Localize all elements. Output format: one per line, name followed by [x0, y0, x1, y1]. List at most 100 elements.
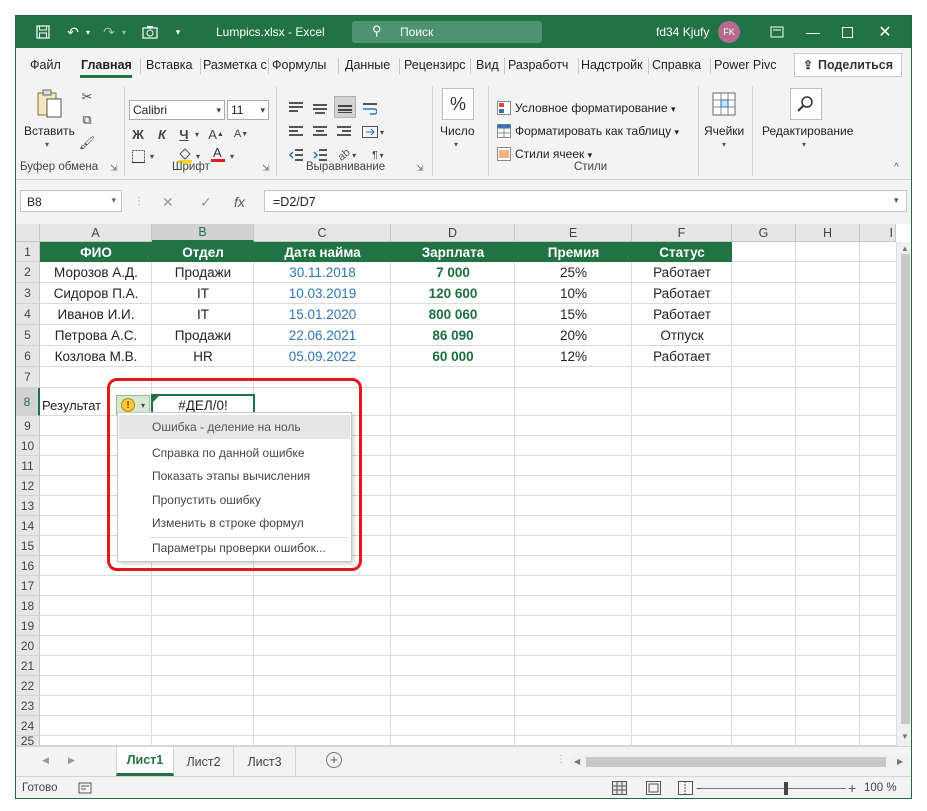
- row-header[interactable]: 9: [16, 416, 40, 436]
- font-shrink-icon[interactable]: A ▼: [231, 125, 251, 143]
- column-header-c[interactable]: C: [254, 224, 391, 242]
- row-header[interactable]: 2: [16, 262, 40, 283]
- indent-decrease-icon[interactable]: [286, 146, 306, 164]
- cells-dropdown-icon[interactable]: ▾: [722, 140, 726, 149]
- table-cell-salary[interactable]: 120 600: [391, 283, 515, 304]
- table-cell-status[interactable]: Работает: [632, 262, 732, 283]
- collapse-ribbon-icon[interactable]: ^: [894, 162, 899, 173]
- table-header-salary[interactable]: Зарплата: [391, 242, 515, 262]
- sheet-tab-2[interactable]: Лист2: [174, 747, 234, 776]
- sheet-tab-3[interactable]: Лист3: [234, 747, 296, 776]
- table-cell-salary[interactable]: 7 000: [391, 262, 515, 283]
- vertical-scrollbar[interactable]: ▲ ▼: [896, 242, 911, 746]
- editing-icon[interactable]: [790, 88, 822, 120]
- avatar[interactable]: FK: [718, 21, 740, 43]
- table-header-bonus[interactable]: Премия: [515, 242, 632, 262]
- number-format-icon[interactable]: %: [442, 88, 474, 120]
- page-layout-view-icon[interactable]: [646, 781, 661, 798]
- zoom-slider-knob[interactable]: [784, 782, 788, 795]
- cancel-icon[interactable]: ✕: [162, 194, 174, 211]
- cells-button[interactable]: Ячейки: [704, 124, 744, 138]
- table-header-fio[interactable]: ФИО: [40, 242, 152, 262]
- number-dropdown-icon[interactable]: ▾: [454, 140, 458, 149]
- underline-dropdown-icon[interactable]: ▾: [193, 125, 201, 143]
- table-cell-bonus[interactable]: 15%: [515, 304, 632, 325]
- merge-center-icon[interactable]: ▾: [358, 122, 388, 142]
- add-sheet-icon[interactable]: +: [326, 752, 342, 768]
- conditional-format-button[interactable]: Условное форматирование ▾: [515, 101, 676, 115]
- table-cell-hire-date[interactable]: 05.09.2022: [254, 346, 391, 367]
- align-middle-icon[interactable]: [310, 98, 330, 118]
- ribbon-display-options-icon[interactable]: [768, 22, 786, 42]
- cells-icon[interactable]: [710, 90, 738, 118]
- row-header[interactable]: 23: [16, 696, 40, 716]
- sheet-next-icon[interactable]: ▶: [68, 755, 75, 766]
- normal-view-icon[interactable]: [612, 781, 627, 798]
- font-name-select[interactable]: Calibri ▾: [129, 100, 225, 120]
- accessibility-icon[interactable]: [78, 781, 92, 798]
- conditional-format-icon[interactable]: [496, 100, 512, 116]
- redo-dropdown-icon[interactable]: ▾: [120, 22, 128, 42]
- table-cell-status[interactable]: Отпуск: [632, 325, 732, 346]
- table-cell-status[interactable]: Работает: [632, 283, 732, 304]
- row-header[interactable]: 18: [16, 596, 40, 616]
- clipboard-launcher-icon[interactable]: ⇲: [110, 163, 118, 174]
- table-cell-bonus[interactable]: 20%: [515, 325, 632, 346]
- borders-dropdown-icon[interactable]: ▾: [148, 148, 156, 164]
- row-header[interactable]: 6: [16, 346, 40, 367]
- table-cell-hire-date[interactable]: 30.11.2018: [254, 262, 391, 283]
- customize-toolbar-icon[interactable]: ▾: [172, 22, 184, 42]
- close-icon[interactable]: ✕: [876, 22, 894, 42]
- table-cell-fio[interactable]: Петрова А.С.: [40, 325, 152, 346]
- table-cell-bonus[interactable]: 10%: [515, 283, 632, 304]
- table-header-department[interactable]: Отдел: [152, 242, 254, 262]
- horizontal-scrollbar[interactable]: ◀ ▶: [571, 755, 909, 769]
- format-as-table-button[interactable]: Форматировать как таблицу ▾: [515, 124, 679, 138]
- italic-icon[interactable]: К: [154, 125, 170, 143]
- font-launcher-icon[interactable]: ⇲: [262, 163, 270, 174]
- row-header[interactable]: 13: [16, 496, 40, 516]
- table-cell-status[interactable]: Работает: [632, 346, 732, 367]
- paste-button[interactable]: Вставить: [24, 124, 75, 138]
- alignment-launcher-icon[interactable]: ⇲: [416, 163, 424, 174]
- table-cell-department[interactable]: IT: [152, 304, 254, 325]
- increase-font-icon[interactable]: Ж: [130, 125, 146, 143]
- table-cell-hire-date[interactable]: 10.03.2019: [254, 283, 391, 304]
- formula-bar-menu-icon[interactable]: ⋮: [134, 196, 144, 207]
- column-header-h[interactable]: H: [796, 224, 860, 242]
- row-header[interactable]: 4: [16, 304, 40, 325]
- insert-function-icon[interactable]: fx: [234, 194, 245, 210]
- align-left-icon[interactable]: [286, 122, 306, 142]
- select-all-button[interactable]: [16, 224, 40, 242]
- row-header[interactable]: 3: [16, 283, 40, 304]
- tab-review[interactable]: Рецензирс: [404, 58, 468, 72]
- row-header[interactable]: 25: [16, 734, 40, 748]
- font-color-icon[interactable]: A: [210, 144, 226, 164]
- number-button[interactable]: Число: [440, 124, 475, 138]
- table-cell-salary[interactable]: 800 060: [391, 304, 515, 325]
- align-top-icon[interactable]: [286, 98, 306, 118]
- cell-styles-icon[interactable]: [496, 146, 512, 162]
- table-cell-department[interactable]: Продажи: [152, 325, 254, 346]
- tab-developer[interactable]: Разработч: [508, 58, 576, 72]
- redo-icon[interactable]: ↷: [100, 22, 118, 42]
- align-center-icon[interactable]: [310, 122, 330, 142]
- undo-icon[interactable]: ↶: [64, 22, 82, 42]
- format-painter-icon[interactable]: 🖌: [78, 134, 96, 152]
- table-cell-fio[interactable]: Иванов И.И.: [40, 304, 152, 325]
- hscroll-thumb[interactable]: [586, 757, 886, 767]
- font-grow-icon[interactable]: A ▲: [206, 125, 226, 143]
- paste-dropdown-icon[interactable]: ▾: [45, 140, 49, 149]
- table-cell-department[interactable]: IT: [152, 283, 254, 304]
- row-header[interactable]: 22: [16, 676, 40, 696]
- table-cell-salary[interactable]: 60 000: [391, 346, 515, 367]
- row-header[interactable]: 5: [16, 325, 40, 346]
- column-header-i[interactable]: I: [860, 224, 896, 242]
- wrap-text-icon[interactable]: [360, 98, 380, 118]
- sheet-prev-icon[interactable]: ◀: [42, 755, 49, 766]
- column-header-a[interactable]: A: [40, 224, 152, 242]
- table-cell-fio[interactable]: Козлова М.В.: [40, 346, 152, 367]
- tab-view[interactable]: Вид: [476, 58, 502, 72]
- page-break-view-icon[interactable]: [678, 781, 693, 798]
- font-size-select[interactable]: 11 ▾: [227, 100, 269, 120]
